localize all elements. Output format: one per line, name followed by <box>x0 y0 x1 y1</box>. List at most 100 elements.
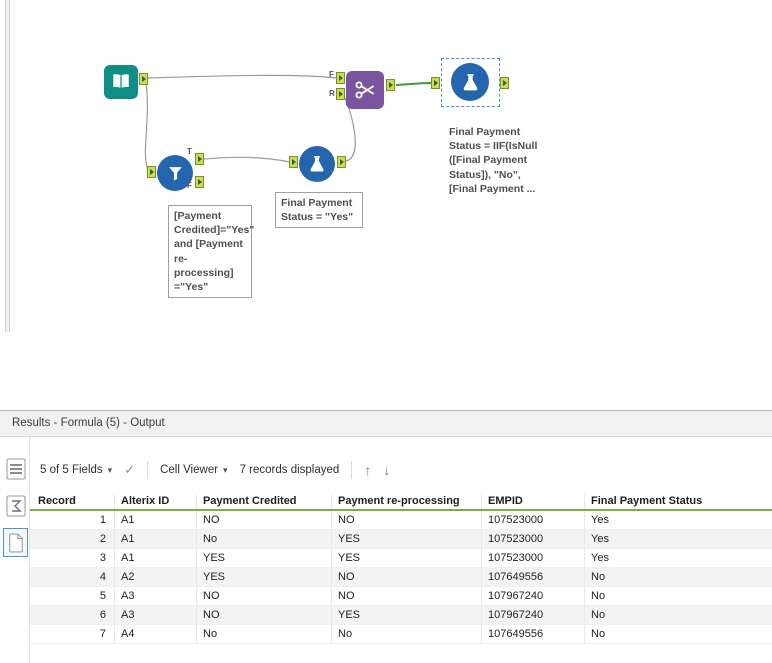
cell: No <box>591 590 606 602</box>
cell: YES <box>332 530 482 548</box>
records-displayed-text: 7 records displayed <box>239 464 340 476</box>
cell: NO <box>332 587 482 605</box>
cell-viewer-dropdown[interactable]: Cell Viewer ▾ <box>160 464 227 476</box>
table-row[interactable]: 3 A1 YES YES 107523000 Yes <box>30 549 772 568</box>
record-cell: 7 <box>30 625 115 643</box>
cell: 107523000 <box>482 549 585 567</box>
cell: A1 <box>115 549 197 567</box>
record-cell: 3 <box>30 549 115 567</box>
fields-dropdown[interactable]: 5 of 5 Fields ▾ <box>40 464 112 476</box>
column-header[interactable]: Alterix ID <box>115 493 197 509</box>
record-cell: 5 <box>30 587 115 605</box>
input-output-anchor[interactable] <box>139 73 148 85</box>
toolbar-separator <box>147 461 149 479</box>
formula2-output-anchor[interactable] <box>500 77 509 89</box>
formula-tool[interactable] <box>299 146 335 182</box>
table-row[interactable]: 6 A3 NO YES 107967240 No <box>30 606 772 625</box>
join-tool[interactable] <box>346 71 384 109</box>
cell: YES <box>332 549 482 567</box>
record-cell: 4 <box>30 568 115 586</box>
wire-input-to-join[interactable] <box>147 74 338 79</box>
cell: No <box>197 625 332 643</box>
summary-view-button[interactable] <box>4 492 27 519</box>
cell: Yes <box>591 552 609 564</box>
record-cell: 2 <box>30 530 115 548</box>
join-output-anchor[interactable] <box>386 79 395 91</box>
formula-input-anchor[interactable] <box>289 156 298 168</box>
column-header[interactable]: Payment re-processing <box>332 493 482 509</box>
formula2-tool-selected[interactable] <box>451 63 489 101</box>
join-top-label: F <box>329 70 334 79</box>
arrow-up-icon[interactable]: ↑ <box>364 462 371 478</box>
cell: 107967240 <box>482 606 585 624</box>
column-header[interactable]: Record <box>30 493 115 509</box>
column-header[interactable]: EMPID <box>482 493 585 509</box>
page-icon <box>8 533 23 552</box>
chevron-down-icon: ▾ <box>223 464 228 475</box>
flask-icon <box>463 73 477 90</box>
cell: 107649556 <box>482 625 585 643</box>
funnel-icon <box>168 166 182 181</box>
table-row[interactable]: 2 A1 No YES 107523000 Yes <box>30 530 772 549</box>
cell: No <box>591 628 606 640</box>
filter-true-label: T <box>187 147 192 156</box>
cell: Yes <box>591 514 609 526</box>
formula2-input-anchor[interactable] <box>431 77 440 89</box>
join-top-input-anchor[interactable] <box>336 72 345 84</box>
results-table: Record Alterix ID Payment Credited Payme… <box>30 493 772 644</box>
sigma-icon <box>6 495 25 516</box>
flask-icon <box>310 156 324 172</box>
join-bottom-label: R <box>329 89 335 98</box>
cell: 107649556 <box>482 568 585 586</box>
cell: A3 <box>115 606 197 624</box>
results-body: ····· <box>0 436 772 663</box>
join-bottom-input-anchor[interactable] <box>336 88 345 100</box>
cell: NO <box>332 568 482 586</box>
page-view-button[interactable] <box>3 528 28 557</box>
cell: NO <box>332 511 482 529</box>
workflow-canvas[interactable]: T F F R [Payment Credited]="Yes" and [Pa… <box>0 0 772 410</box>
filter-input-anchor[interactable] <box>147 166 156 178</box>
table-row[interactable]: 7 A4 No No 107649556 No <box>30 625 772 644</box>
cell: 107523000 <box>482 511 585 529</box>
cell: YES <box>332 606 482 624</box>
cell: 107967240 <box>482 587 585 605</box>
table-row[interactable]: 4 A2 YES NO 107649556 No <box>30 568 772 587</box>
results-panel-title: Results - Formula (5) - Output <box>0 411 772 437</box>
chevron-down-icon: ▾ <box>107 464 113 475</box>
input-data-tool[interactable] <box>104 65 138 99</box>
filter-true-anchor[interactable] <box>195 153 204 165</box>
table-row[interactable]: 5 A3 NO NO 107967240 No <box>30 587 772 606</box>
checkmark-icon[interactable]: ✓ <box>124 462 135 478</box>
record-cell: 1 <box>30 511 115 529</box>
formula-annotation[interactable]: Final Payment Status = "Yes" <box>275 192 363 229</box>
formula2-annotation[interactable]: Final Payment Status = IIF(IsNull ([Fina… <box>444 122 556 199</box>
formula-output-anchor[interactable] <box>337 156 346 168</box>
results-view-strip <box>0 437 30 663</box>
results-panel: Results - Formula (5) - Output ····· <box>0 410 772 663</box>
fields-dropdown-label: 5 of 5 Fields <box>40 464 103 476</box>
filter-false-anchor[interactable] <box>195 176 204 188</box>
cell: No <box>591 571 606 583</box>
cell: A2 <box>115 568 197 586</box>
table-row[interactable]: 1 A1 NO NO 107523000 Yes <box>30 511 772 530</box>
toolbar-separator <box>351 461 353 479</box>
cell-viewer-label: Cell Viewer <box>160 464 219 476</box>
wire-join-to-formula2-selected[interactable] <box>395 82 432 86</box>
cell: A1 <box>115 530 197 548</box>
filter-false-label: F <box>187 181 192 190</box>
rows-icon <box>6 458 25 479</box>
wire-input-to-filter[interactable] <box>144 83 149 172</box>
column-header[interactable]: Final Payment Status <box>585 493 772 509</box>
cell: NO <box>197 511 332 529</box>
cell: NO <box>197 587 332 605</box>
cell: A1 <box>115 511 197 529</box>
wire-filter-to-formula[interactable] <box>203 156 291 163</box>
cell: 107523000 <box>482 530 585 548</box>
cell: YES <box>197 549 332 567</box>
cell: A3 <box>115 587 197 605</box>
rows-view-button[interactable] <box>4 455 27 482</box>
arrow-down-icon[interactable]: ↓ <box>383 462 390 478</box>
column-header[interactable]: Payment Credited <box>197 493 332 509</box>
filter-annotation[interactable]: [Payment Credited]="Yes" and [Payment re… <box>168 205 254 299</box>
